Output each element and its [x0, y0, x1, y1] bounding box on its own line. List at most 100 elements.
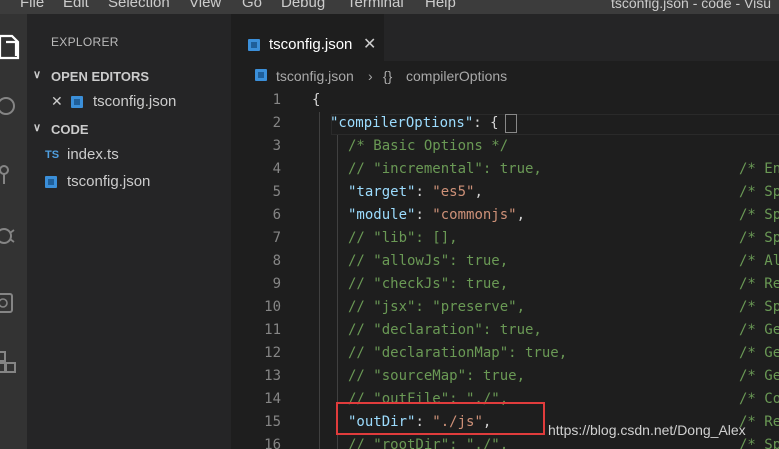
line-number: 14	[264, 391, 281, 407]
search-icon[interactable]	[0, 88, 27, 128]
code-token: "commonjs"	[432, 207, 517, 223]
menu-view[interactable]: View	[189, 0, 221, 10]
trailing-comment: /* Ge	[739, 322, 779, 338]
code-token: // "declarationMap": true,	[348, 345, 568, 361]
code-line: 6 "module": "commonjs", /* Sp	[231, 204, 779, 227]
trailing-comment: /* Re	[739, 276, 779, 292]
code-token: ,	[474, 184, 483, 200]
code-text: {	[312, 89, 320, 112]
code-token: // "allowJs": true,	[348, 253, 509, 269]
code-token: // "incremental": true,	[348, 161, 542, 177]
line-number: 13	[264, 368, 281, 384]
line-number: 8	[272, 253, 281, 269]
files-icon[interactable]	[0, 28, 27, 68]
line-number: 7	[272, 230, 281, 246]
menu-selection[interactable]: Selection	[108, 0, 170, 10]
trailing-comment: /* En	[739, 161, 779, 177]
open-editor-file-name: tsconfig.json	[93, 93, 177, 110]
code-line: 9 // "checkJs": true, /* Re	[231, 273, 779, 296]
code-text: // "lib": [],	[348, 227, 458, 250]
code-text: // "sourceMap": true,	[348, 365, 525, 388]
trailing-comment: /* Co	[739, 391, 779, 407]
code-token: "target"	[348, 184, 416, 200]
code-text: "compilerOptions": {	[330, 112, 499, 135]
line-number: 11	[264, 322, 281, 338]
source-control-icon[interactable]	[0, 154, 27, 194]
menu-help[interactable]: Help	[425, 0, 456, 10]
code-line: 11 // "declaration": true, /* Ge	[231, 319, 779, 342]
json-file-icon	[71, 96, 83, 108]
code-token: {	[312, 92, 321, 108]
explorer-title: EXPLORER	[51, 35, 119, 49]
folder-section[interactable]: ∨ CODE	[27, 117, 231, 141]
code-text: // "rootDir": "./",	[348, 434, 508, 449]
code-editor[interactable]: 1{2 "compilerOptions": {3/* Basic Options…	[231, 89, 779, 449]
activity-bar	[0, 14, 27, 449]
window-title: tsconfig.json - code - Visu	[611, 0, 772, 11]
close-icon[interactable]: ✕	[363, 34, 376, 54]
code-token: ,	[516, 207, 526, 223]
trailing-comment: /* Ge	[739, 345, 779, 361]
folder-label: CODE	[51, 122, 89, 137]
file-item[interactable]: tsconfig.json	[27, 169, 231, 195]
menu-debug[interactable]: Debug	[281, 0, 325, 10]
code-line: 1{	[231, 89, 779, 112]
explorer-sidebar: EXPLORER ∨ OPEN EDITORS ✕ tsconfig.json …	[27, 14, 231, 449]
line-number: 6	[272, 207, 281, 223]
json-file-icon	[45, 176, 57, 188]
menu-bar: File Edit Selection View Go Debug Termin…	[0, 0, 779, 14]
code-token: // "checkJs": true,	[348, 276, 509, 292]
menu-go[interactable]: Go	[242, 0, 262, 10]
code-text: // "checkJs": true,	[348, 273, 508, 296]
debug-icon[interactable]	[0, 216, 27, 256]
code-text: // "jsx": "preserve",	[348, 296, 525, 319]
close-icon[interactable]: ✕	[51, 93, 63, 110]
code-line: 13 // "sourceMap": true, /* Ge	[231, 365, 779, 388]
code-line: 7 // "lib": [], /* Sp	[231, 227, 779, 250]
code-line: 12 // "declarationMap": true, /* Ge	[231, 342, 779, 365]
code-token: // "lib": [],	[348, 230, 458, 246]
json-file-icon	[248, 39, 260, 51]
trailing-comment: /* Sp	[739, 184, 779, 200]
code-text: // "allowJs": true,	[348, 250, 508, 273]
menu-edit[interactable]: Edit	[63, 0, 89, 10]
code-token: // "rootDir": "./",	[348, 437, 509, 449]
trailing-comment: /* Sp	[739, 299, 779, 315]
remote-icon[interactable]	[0, 284, 27, 324]
line-number: 3	[272, 138, 281, 154]
code-token: // "declaration": true,	[348, 322, 542, 338]
code-line: 4 // "incremental": true, /* En	[231, 158, 779, 181]
file-name: tsconfig.json	[67, 173, 151, 190]
code-line: 5 "target": "es5", /* Sp	[231, 181, 779, 204]
chevron-down-icon: ∨	[33, 122, 42, 134]
code-line: 3 /* Basic Options */	[231, 135, 779, 158]
open-editors-label: OPEN EDITORS	[51, 69, 150, 84]
code-text: "module": "commonjs",	[348, 204, 525, 227]
code-token: /* Basic Options */	[348, 138, 509, 154]
code-text: "target": "es5",	[348, 181, 483, 204]
tab-tsconfig[interactable]: tsconfig.json ✕	[231, 14, 384, 61]
extensions-icon[interactable]	[0, 342, 27, 382]
code-text: // "incremental": true,	[348, 158, 542, 181]
watermark: https://blog.csdn.net/Dong_Alex	[548, 422, 746, 438]
code-token: "es5"	[432, 184, 475, 200]
line-number: 10	[264, 299, 281, 315]
trailing-comment: /* Al	[739, 253, 779, 269]
bracket-match-highlight	[505, 114, 517, 133]
code-line: 8 // "allowJs": true, /* Al	[231, 250, 779, 273]
code-token: "compilerOptions"	[330, 115, 474, 131]
menu-terminal[interactable]: Terminal	[347, 0, 404, 10]
code-token: "module"	[348, 207, 416, 223]
open-editors-section[interactable]: ∨ OPEN EDITORS	[27, 64, 231, 88]
code-token: :	[415, 207, 433, 223]
breadcrumb-symbol[interactable]: compilerOptions	[406, 68, 507, 84]
json-file-icon	[255, 69, 267, 81]
breadcrumb-file[interactable]: tsconfig.json	[276, 68, 354, 84]
line-number: 1	[272, 92, 281, 108]
line-number: 2	[272, 115, 281, 131]
open-editor-item[interactable]: ✕ tsconfig.json	[27, 89, 231, 115]
line-number: 5	[272, 184, 281, 200]
typescript-file-icon: TS	[45, 149, 60, 161]
menu-file[interactable]: File	[20, 0, 44, 10]
file-item[interactable]: TS index.ts	[27, 142, 231, 168]
